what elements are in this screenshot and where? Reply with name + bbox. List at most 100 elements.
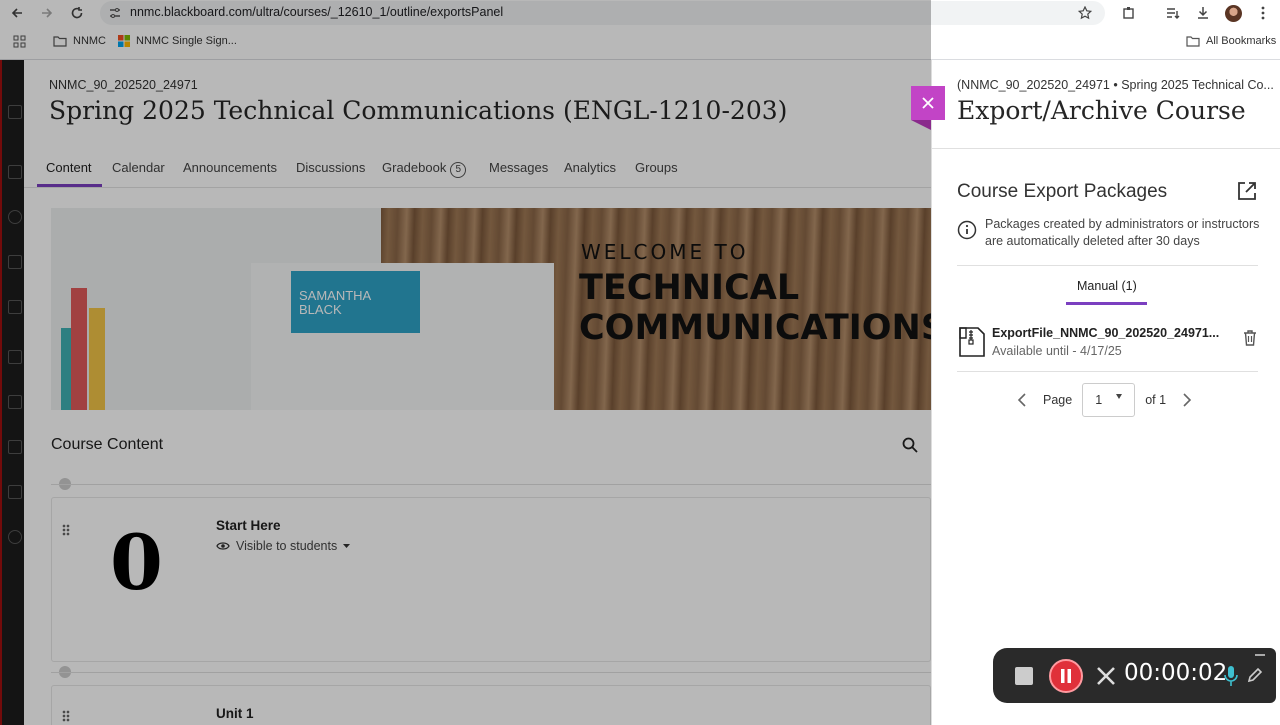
tools-icon[interactable]	[8, 485, 22, 499]
bookmark-label: NNMC	[73, 35, 106, 47]
page-select[interactable]: 1	[1082, 383, 1136, 417]
tab-calendar[interactable]: Calendar	[112, 160, 165, 175]
reload-icon[interactable]	[66, 2, 88, 24]
export-file-row[interactable]: ExportFile_NNMC_90_202520_24971... Avail…	[957, 322, 1258, 372]
bookmark-label: NNMC Single Sign...	[136, 35, 237, 47]
all-bookmarks-label: All Bookmarks	[1206, 35, 1277, 47]
minimize-icon[interactable]	[1255, 654, 1265, 656]
content-item-unit-1[interactable]: Unit 1	[51, 685, 931, 725]
course-page: NNMC_90_202520_24971 Spring 2025 Technic…	[24, 60, 931, 725]
visibility-dropdown[interactable]: Visible to students	[216, 539, 351, 553]
courses-icon[interactable]	[8, 255, 22, 269]
divider	[51, 672, 931, 673]
browser-toolbar: nnmc.blackboard.com/ultra/courses/_12610…	[0, 0, 1280, 26]
recording-timer: 00:00:02	[1124, 660, 1228, 686]
folder-icon	[1186, 36, 1200, 47]
organizations-icon[interactable]	[8, 300, 22, 314]
blackboard-nav-rail	[0, 60, 24, 725]
bookmark-nnmc[interactable]: NNMC	[53, 35, 106, 47]
course-banner: SAMANTHA BLACK WELCOME TO TECHNICAL COMM…	[51, 208, 931, 410]
trash-icon[interactable]	[1243, 330, 1257, 346]
globe-icon[interactable]	[8, 210, 22, 224]
extensions-icon[interactable]	[1118, 2, 1140, 24]
caret-down-icon	[1116, 394, 1123, 399]
banner-heading: TECHNICAL COMMUNICATIONS	[579, 268, 931, 348]
banner-name-card: SAMANTHA BLACK	[291, 271, 420, 333]
chevron-right-icon[interactable]	[1182, 393, 1192, 407]
screen-recorder: 00:00:02	[993, 648, 1276, 703]
cancel-recording-icon[interactable]	[1096, 666, 1116, 686]
file-availability: Available until - 4/17/25	[992, 344, 1122, 358]
sign-out-icon[interactable]	[8, 530, 22, 544]
search-icon[interactable]	[901, 436, 919, 454]
divider	[957, 265, 1258, 266]
tab-discussions[interactable]: Discussions	[296, 160, 365, 175]
drag-handle-icon[interactable]	[62, 710, 70, 722]
tab-groups[interactable]: Groups	[635, 160, 678, 175]
tab-gradebook[interactable]: Gradebook 5	[382, 160, 467, 178]
microsoft-icon	[118, 35, 130, 47]
microphone-icon[interactable]	[1224, 665, 1238, 687]
folder-icon	[53, 36, 67, 47]
tab-content[interactable]: Content	[46, 160, 92, 175]
bookmark-star-icon[interactable]	[1078, 6, 1092, 20]
institution-icon[interactable]	[8, 105, 22, 119]
apps-icon[interactable]	[13, 35, 26, 48]
bookmark-nnmc-sso[interactable]: NNMC Single Sign...	[118, 35, 237, 47]
messages-icon[interactable]	[8, 395, 22, 409]
profile-avatar[interactable]	[1222, 2, 1244, 24]
stop-icon[interactable]	[1015, 667, 1033, 685]
course-tabs: Content Calendar Announcements Discussio…	[24, 148, 931, 188]
content-item-start-here[interactable]: 0 Start Here Visible to students	[51, 497, 931, 662]
banner-line-2: COMMUNICATIONS	[579, 308, 931, 348]
reading-list-icon[interactable]	[1162, 2, 1184, 24]
info-icon	[957, 220, 977, 240]
gradebook-badge: 5	[450, 162, 467, 178]
file-name[interactable]: ExportFile_NNMC_90_202520_24971...	[992, 326, 1219, 340]
tab-announcements[interactable]: Announcements	[183, 160, 277, 175]
back-icon[interactable]	[6, 2, 28, 24]
info-message: Packages created by administrators or in…	[957, 216, 1262, 250]
grades-icon[interactable]	[8, 440, 22, 454]
drag-handle-icon[interactable]	[62, 524, 70, 536]
close-panel-button[interactable]	[911, 86, 945, 130]
site-settings-icon[interactable]	[109, 7, 121, 19]
item-title[interactable]: Unit 1	[216, 706, 254, 721]
all-bookmarks[interactable]: All Bookmarks	[1186, 35, 1276, 47]
divider	[51, 484, 931, 485]
item-title[interactable]: Start Here	[216, 518, 281, 533]
visibility-label: Visible to students	[236, 539, 338, 553]
panel-title: Export/Archive Course	[957, 96, 1246, 125]
tab-analytics[interactable]: Analytics	[564, 160, 616, 175]
pagination: Page 1 of 1	[1017, 383, 1192, 417]
more-menu-icon[interactable]	[1252, 2, 1274, 24]
eye-icon	[216, 542, 230, 550]
pause-icon	[1061, 669, 1071, 683]
info-text: Packages created by administrators or in…	[985, 217, 1260, 248]
active-tab-indicator	[1066, 302, 1147, 305]
banner-line-1: TECHNICAL	[579, 268, 800, 308]
pen-icon[interactable]	[1247, 667, 1263, 683]
active-tab-indicator	[37, 184, 102, 187]
chevron-left-icon[interactable]	[1017, 393, 1027, 407]
banner-welcome: WELCOME TO	[581, 240, 749, 264]
address-bar[interactable]: nnmc.blackboard.com/ultra/courses/_12610…	[100, 1, 1105, 25]
calendar-icon[interactable]	[8, 350, 22, 364]
open-in-new-icon[interactable]	[1236, 180, 1258, 202]
bookmarks-bar: NNMC NNMC Single Sign... All Bookmarks	[0, 26, 1280, 60]
tab-manual[interactable]: Manual (1)	[1077, 279, 1137, 293]
section-title: Course Export Packages	[957, 181, 1168, 202]
tab-messages[interactable]: Messages	[489, 160, 548, 175]
page-total: of 1	[1145, 393, 1167, 407]
pause-button[interactable]	[1049, 659, 1083, 693]
divider	[932, 148, 1280, 149]
banner-bar	[71, 288, 87, 410]
banner-bar	[89, 308, 105, 410]
course-code: NNMC_90_202520_24971	[49, 78, 198, 92]
page-label: Page	[1043, 393, 1073, 407]
close-icon	[922, 97, 934, 109]
download-icon[interactable]	[1192, 2, 1214, 24]
profile-icon[interactable]	[8, 165, 22, 179]
course-title: Spring 2025 Technical Communications (EN…	[49, 96, 788, 125]
forward-icon[interactable]	[36, 2, 58, 24]
